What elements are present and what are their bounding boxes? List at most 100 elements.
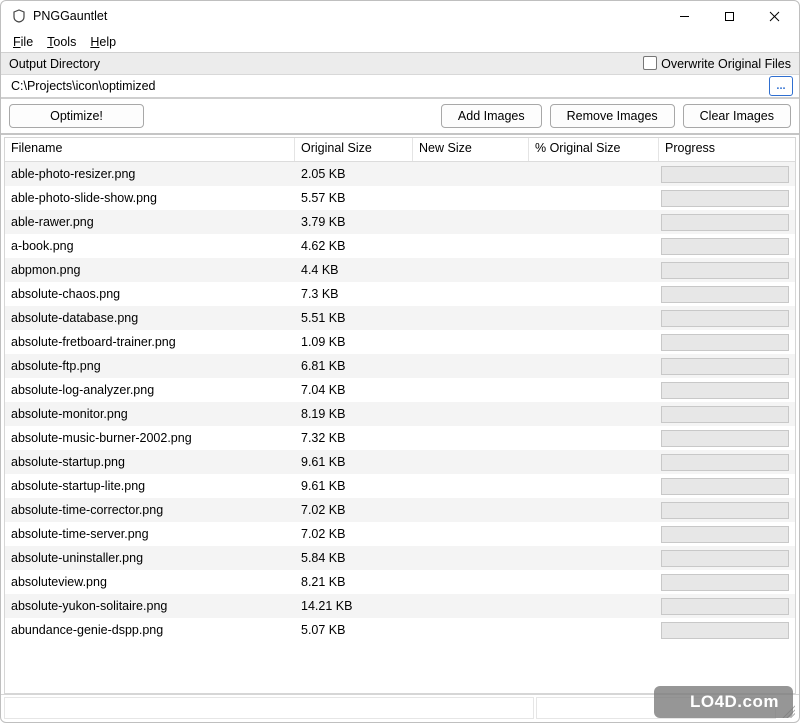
cell-progress: [659, 380, 795, 401]
table-row[interactable]: absolute-log-analyzer.png7.04 KB: [5, 378, 795, 402]
overwrite-checkbox-label[interactable]: Overwrite Original Files: [643, 56, 791, 71]
table-row[interactable]: absolute-database.png5.51 KB: [5, 306, 795, 330]
table-row[interactable]: absolute-yukon-solitaire.png14.21 KB: [5, 594, 795, 618]
cell-progress: [659, 332, 795, 353]
table-row[interactable]: absolute-time-corrector.png7.02 KB: [5, 498, 795, 522]
cell-original-size: 7.04 KB: [295, 380, 413, 400]
output-dir-header: Output Directory Overwrite Original File…: [1, 53, 799, 75]
progress-bar: [661, 550, 789, 567]
table-row[interactable]: absoluteview.png8.21 KB: [5, 570, 795, 594]
cell-progress: [659, 404, 795, 425]
menu-file[interactable]: File: [7, 34, 39, 50]
cell-new-size: [413, 387, 529, 393]
cell-progress: [659, 620, 795, 641]
table-row[interactable]: absolute-chaos.png7.3 KB: [5, 282, 795, 306]
cell-new-size: [413, 435, 529, 441]
optimize-button[interactable]: Optimize!: [9, 104, 144, 128]
cell-original-size: 5.57 KB: [295, 188, 413, 208]
cell-progress: [659, 596, 795, 617]
table-row[interactable]: absolute-startup-lite.png9.61 KB: [5, 474, 795, 498]
progress-bar: [661, 502, 789, 519]
col-filename[interactable]: Filename: [5, 138, 295, 161]
cell-filename: absolute-log-analyzer.png: [5, 380, 295, 400]
table-row[interactable]: able-photo-resizer.png2.05 KB: [5, 162, 795, 186]
cell-filename: absolute-ftp.png: [5, 356, 295, 376]
clear-images-button[interactable]: Clear Images: [683, 104, 791, 128]
table-row[interactable]: abpmon.png4.4 KB: [5, 258, 795, 282]
minimize-button[interactable]: [662, 2, 707, 30]
cell-new-size: [413, 627, 529, 633]
table-row[interactable]: absolute-fretboard-trainer.png1.09 KB: [5, 330, 795, 354]
overwrite-label-text: Overwrite Original Files: [661, 57, 791, 71]
cell-new-size: [413, 483, 529, 489]
progress-bar: [661, 214, 789, 231]
cell-original-size: 8.19 KB: [295, 404, 413, 424]
cell-filename: absolute-fretboard-trainer.png: [5, 332, 295, 352]
cell-original-size: 8.21 KB: [295, 572, 413, 592]
cell-new-size: [413, 579, 529, 585]
table-header: Filename Original Size New Size % Origin…: [5, 138, 795, 162]
cell-pct-original: [529, 291, 659, 297]
cell-filename: absolute-chaos.png: [5, 284, 295, 304]
col-progress[interactable]: Progress: [659, 138, 795, 161]
progress-bar: [661, 190, 789, 207]
cell-filename: absolute-yukon-solitaire.png: [5, 596, 295, 616]
cell-new-size: [413, 555, 529, 561]
cell-filename: absolute-database.png: [5, 308, 295, 328]
cell-progress: [659, 356, 795, 377]
actions-row: Optimize! Add Images Remove Images Clear…: [1, 99, 799, 135]
table-row[interactable]: abundance-genie-dspp.png5.07 KB: [5, 618, 795, 642]
maximize-button[interactable]: [707, 2, 752, 30]
table-row[interactable]: absolute-ftp.png6.81 KB: [5, 354, 795, 378]
table-row[interactable]: able-rawer.png3.79 KB: [5, 210, 795, 234]
table-body[interactable]: able-photo-resizer.png2.05 KBable-photo-…: [5, 162, 795, 693]
cell-pct-original: [529, 459, 659, 465]
progress-bar: [661, 526, 789, 543]
cell-original-size: 5.51 KB: [295, 308, 413, 328]
table-row[interactable]: a-book.png4.62 KB: [5, 234, 795, 258]
cell-original-size: 7.02 KB: [295, 500, 413, 520]
cell-filename: able-photo-resizer.png: [5, 164, 295, 184]
menu-tools[interactable]: Tools: [41, 34, 82, 50]
menu-help[interactable]: Help: [84, 34, 122, 50]
cell-original-size: 2.05 KB: [295, 164, 413, 184]
cell-pct-original: [529, 411, 659, 417]
add-images-button[interactable]: Add Images: [441, 104, 542, 128]
cell-filename: absolute-time-corrector.png: [5, 500, 295, 520]
menubar: File Tools Help: [1, 31, 799, 53]
output-dir-input[interactable]: [9, 76, 765, 96]
progress-bar: [661, 166, 789, 183]
col-new-size[interactable]: New Size: [413, 138, 529, 161]
browse-button[interactable]: ...: [769, 76, 793, 96]
cell-new-size: [413, 219, 529, 225]
table-row[interactable]: absolute-startup.png9.61 KB: [5, 450, 795, 474]
cell-new-size: [413, 531, 529, 537]
cell-pct-original: [529, 219, 659, 225]
table-row[interactable]: able-photo-slide-show.png5.57 KB: [5, 186, 795, 210]
progress-bar: [661, 358, 789, 375]
table-row[interactable]: absolute-time-server.png7.02 KB: [5, 522, 795, 546]
table-row[interactable]: absolute-uninstaller.png5.84 KB: [5, 546, 795, 570]
cell-filename: absolute-music-burner-2002.png: [5, 428, 295, 448]
close-button[interactable]: [752, 2, 797, 30]
cell-pct-original: [529, 363, 659, 369]
remove-images-button[interactable]: Remove Images: [550, 104, 675, 128]
table-row[interactable]: absolute-music-burner-2002.png7.32 KB: [5, 426, 795, 450]
cell-progress: [659, 524, 795, 545]
cell-filename: absolute-monitor.png: [5, 404, 295, 424]
progress-bar: [661, 454, 789, 471]
cell-progress: [659, 164, 795, 185]
cell-new-size: [413, 291, 529, 297]
cell-filename: abpmon.png: [5, 260, 295, 280]
menu-help-key: H: [90, 35, 99, 49]
cell-new-size: [413, 339, 529, 345]
cell-original-size: 9.61 KB: [295, 452, 413, 472]
col-original-size[interactable]: Original Size: [295, 138, 413, 161]
cell-filename: absolute-uninstaller.png: [5, 548, 295, 568]
menu-tools-key: T: [47, 35, 53, 49]
overwrite-checkbox[interactable]: [643, 56, 657, 70]
cell-new-size: [413, 243, 529, 249]
col-pct-original[interactable]: % Original Size: [529, 138, 659, 161]
cell-progress: [659, 188, 795, 209]
table-row[interactable]: absolute-monitor.png8.19 KB: [5, 402, 795, 426]
